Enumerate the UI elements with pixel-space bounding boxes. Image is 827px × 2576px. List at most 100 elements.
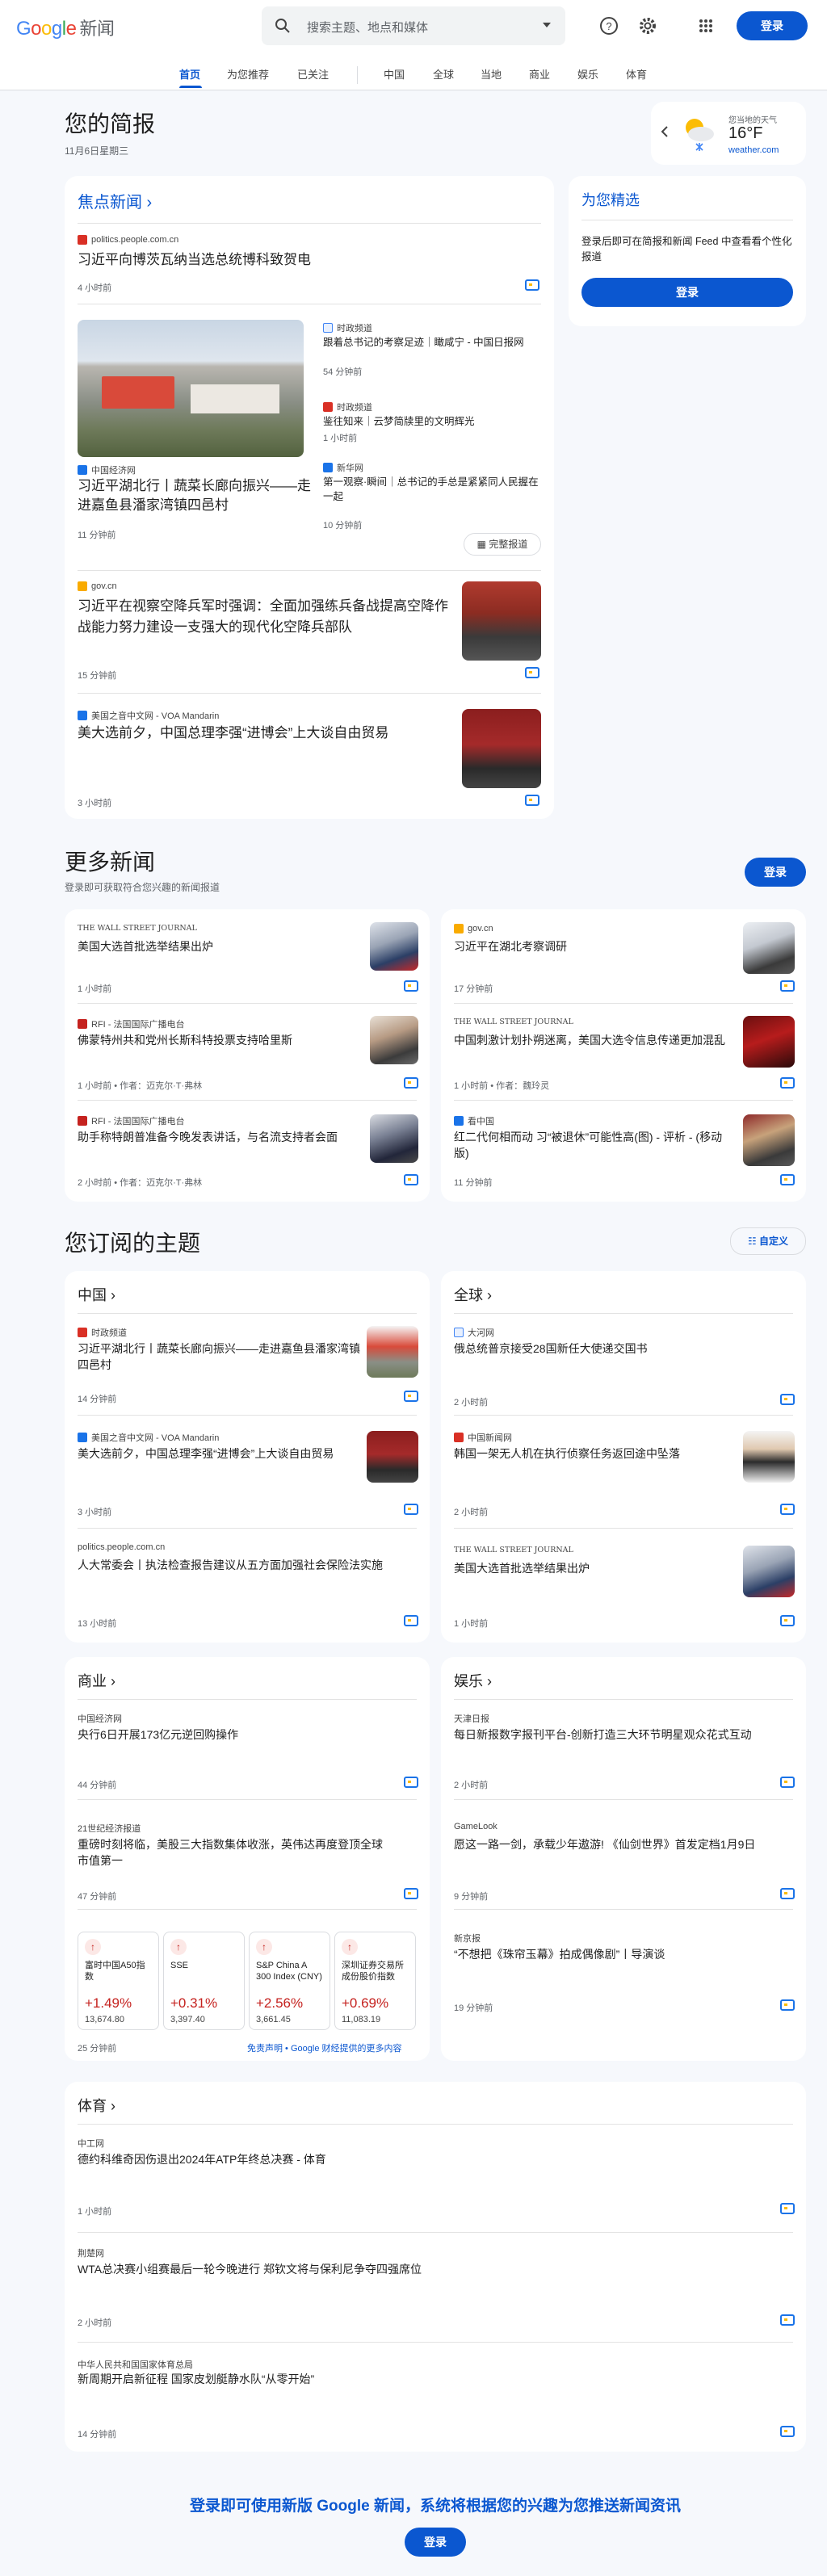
market-tile[interactable]: ↑ 深圳证券交易所成份股价指数 +0.69% 11,083.19 [334,1932,416,2030]
search-input[interactable]: 搜索主题、地点和媒体 [262,6,565,45]
story-title[interactable]: 美国大选首批选举结果出炉 [78,938,352,954]
full-coverage-icon[interactable] [404,1504,418,1515]
story-title[interactable]: 习近平向博茨瓦纳当选总统博科致贺电 [78,250,530,270]
story-thumbnail[interactable] [370,1016,418,1064]
tab-home[interactable]: 首页 [179,66,200,82]
story-title[interactable]: 美大选前夕，中国总理李强“进博会”上大谈自由贸易 [78,724,457,743]
story-title[interactable]: 助手称特朗普准备今晚发表讲话，与名流支持者会面 [78,1129,352,1145]
market-tile[interactable]: ↑ S&P China A 300 Index (CNY) +2.56% 3,661.… [249,1932,330,2030]
story-thumbnail[interactable] [370,1114,418,1163]
finance-disclaimer-link[interactable]: 免责声明 • Google 财经提供的更多内容 [247,2041,402,2054]
full-coverage-icon[interactable] [525,667,539,678]
tab-local[interactable]: 当地 [481,66,502,82]
apps-grid-icon[interactable] [695,15,717,37]
topic-heading-world[interactable]: 全球 › [454,1284,492,1305]
story-thumbnail[interactable] [462,709,541,788]
picks-signin-button[interactable]: 登录 [581,278,793,307]
full-coverage-icon[interactable] [780,2426,795,2437]
weather-source-link[interactable]: weather.com [728,145,779,155]
story-title[interactable]: 中国刺激计划扑朔迷离，美国大选令信息传递更加混乱 [454,1032,728,1048]
story-title[interactable]: 美大选前夕，中国总理李强“进博会”上大谈自由贸易 [78,1445,360,1462]
topic-heading-sports[interactable]: 体育 › [78,2095,115,2116]
full-coverage-icon[interactable] [780,1888,795,1899]
story-title[interactable]: 红二代何相而动 习“被退休”可能性高(图) - 评析 - (移动版) [454,1129,728,1161]
story-thumbnail[interactable] [370,922,418,971]
footer-signin-button[interactable]: 登录 [405,2528,466,2557]
tab-business[interactable]: 商业 [529,66,550,82]
topic-heading-business[interactable]: 商业 › [78,1670,115,1691]
story-thumbnail[interactable] [743,1016,795,1068]
story-thumbnail[interactable] [367,1326,418,1378]
full-coverage-icon[interactable] [404,1077,418,1089]
help-icon[interactable]: ? [598,15,620,37]
google-news-logo[interactable]: Google 新闻 [16,15,115,40]
story-title[interactable]: 习近平在湖北考察调研 [454,938,728,954]
story-title[interactable]: 央行6日开展173亿元逆回购操作 [78,1726,417,1743]
chevron-down-icon[interactable] [541,19,552,31]
story-title[interactable]: 新周期开启新征程 国家皮划艇静水队“从零开始” [78,2371,772,2387]
tab-entertainment[interactable]: 娱乐 [577,66,598,82]
tab-for-you[interactable]: 为您推荐 [227,66,269,82]
story-thumbnail[interactable] [743,1114,795,1166]
full-coverage-icon[interactable] [780,1174,795,1185]
topic-heading-china[interactable]: 中国 › [78,1284,115,1305]
story-image[interactable] [78,320,304,457]
related-story-title[interactable]: 第一观察·瞬间｜总书记的手总是紧紧同人民握在一起 [323,475,541,504]
story-thumbnail[interactable] [367,1431,418,1483]
more-news-signin-button[interactable]: 登录 [745,858,806,887]
full-coverage-button[interactable]: ▦ 完整报道 [464,533,541,556]
story-thumbnail[interactable] [462,581,541,661]
full-coverage-icon[interactable] [525,795,539,806]
tab-following[interactable]: 已关注 [297,66,329,82]
tab-china[interactable]: 中国 [384,66,405,82]
gear-icon[interactable] [636,15,659,37]
topic-heading-entertainment[interactable]: 娱乐 › [454,1670,492,1691]
full-coverage-icon[interactable] [404,1888,418,1899]
story-title[interactable]: 韩国一架无人机在执行侦察任务返回途中坠落 [454,1445,737,1462]
story-title[interactable]: 佛蒙特州共和党州长斯科特投票支持哈里斯 [78,1032,352,1048]
story-title[interactable]: 愿这一路一剑，承载少年遨游! 《仙剑世界》首发定档1月9日 [454,1836,761,1852]
full-coverage-icon[interactable] [780,2203,795,2214]
story-title[interactable]: 习近平在视察空降兵军时强调：全面加强练兵备战提高空降作战能力努力建设一支强大的现… [78,596,457,638]
customize-button[interactable]: ☷ 自定义 [730,1227,806,1255]
full-coverage-icon[interactable] [404,980,418,992]
story-title[interactable]: 习近平湖北行丨蔬菜长廊向振兴——走进嘉鱼县潘家湾镇四邑村 [78,1340,360,1373]
story-thumbnail[interactable] [743,1546,795,1597]
full-coverage-icon[interactable] [780,1999,795,2011]
story-thumbnail[interactable] [743,922,795,974]
full-coverage-icon[interactable] [780,1077,795,1089]
full-coverage-icon[interactable] [780,1777,795,1788]
full-coverage-icon[interactable] [404,1777,418,1788]
full-coverage-icon[interactable] [780,2314,795,2326]
story-title[interactable]: “不想把《珠帘玉幕》拍成偶像剧”丨导演谈 [454,1946,761,1962]
full-coverage-icon[interactable] [404,1391,418,1402]
story-title[interactable]: 习近平湖北行丨蔬菜长廊向振兴——走进嘉鱼县潘家湾镇四邑村 [78,476,312,515]
full-coverage-icon[interactable] [404,1615,418,1626]
story-title[interactable]: 每日新报数字报刊平台-创新打造三大环节明星观众花式互动 [454,1726,793,1743]
story-title[interactable]: 重磅时刻将临，美股三大指数集体收涨，英伟达再度登顶全球市值第一 [78,1836,384,1869]
arrow-up-icon: ↑ [170,1939,187,1955]
tab-world[interactable]: 全球 [433,66,454,82]
story-title[interactable]: WTA总决赛小组赛最后一轮今晚进行 郑钦文将与保利尼争夺四强席位 [78,2261,772,2277]
related-story-title[interactable]: 鉴往知来｜云梦简牍里的文明辉光 [323,414,541,429]
market-tile[interactable]: ↑ SSE +0.31% 3,397.40 [163,1932,245,2030]
full-coverage-icon[interactable] [780,980,795,992]
weather-card[interactable]: 您当地的天气 16°F weather.com [651,102,806,165]
full-coverage-icon[interactable] [525,279,539,291]
full-coverage-icon[interactable] [780,1394,795,1405]
chevron-left-icon[interactable] [661,126,669,137]
top-stories-heading[interactable]: 焦点新闻 › [78,189,152,212]
full-coverage-icon[interactable] [780,1504,795,1515]
more-news-title: 更多新闻 [65,850,156,875]
tab-sports[interactable]: 体育 [626,66,647,82]
story-title[interactable]: 美国大选首批选举结果出炉 [454,1560,737,1576]
related-story-title[interactable]: 跟着总书记的考察足迹｜瞰咸宁 - 中国日报网 [323,335,541,350]
signin-button[interactable]: 登录 [737,11,808,40]
story-thumbnail[interactable] [743,1431,795,1483]
story-title[interactable]: 人大常委会丨执法检查报告建议从五方面加强社会保险法实施 [78,1557,417,1573]
story-title[interactable]: 德约科维奇因伤退出2024年ATP年终总决赛 - 体育 [78,2151,772,2167]
market-tile[interactable]: ↑ 富时中国A50指数 +1.49% 13,674.80 [78,1932,159,2030]
full-coverage-icon[interactable] [780,1615,795,1626]
full-coverage-icon[interactable] [404,1174,418,1185]
story-title[interactable]: 俄总统普京接受28国新任大使递交国书 [454,1340,777,1357]
